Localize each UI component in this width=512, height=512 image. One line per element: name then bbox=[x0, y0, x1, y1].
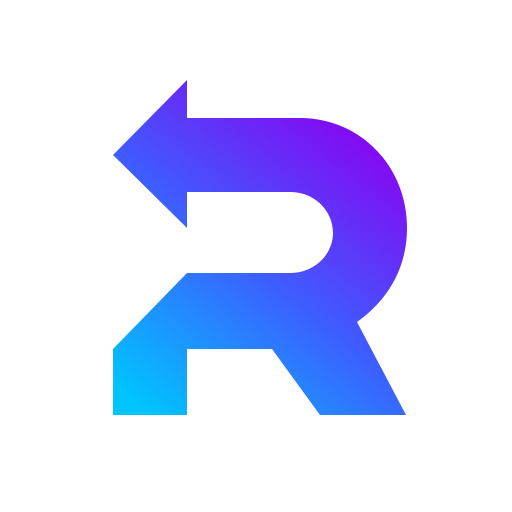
app-icon-canvas bbox=[0, 0, 512, 512]
r-return-arrow-icon bbox=[113, 80, 407, 415]
arrow-head bbox=[113, 80, 187, 228]
